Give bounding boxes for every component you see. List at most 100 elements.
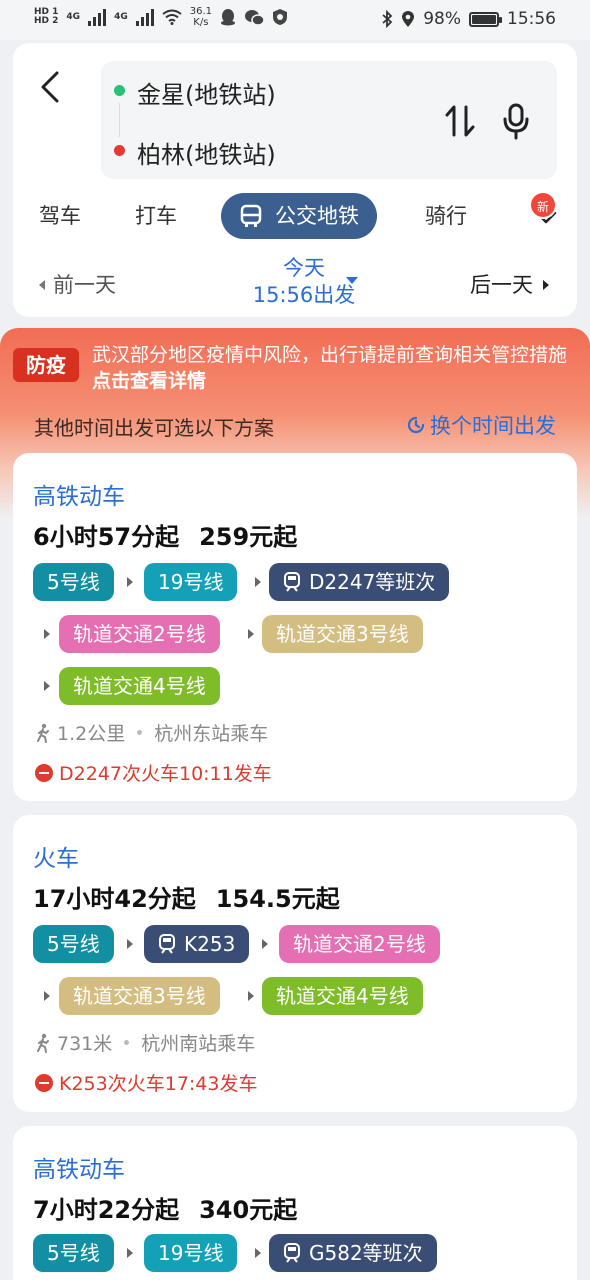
- train-icon: [159, 934, 175, 954]
- next-day-label: 后一天: [470, 273, 533, 297]
- warning-text: D2247次火车10:11发车: [59, 763, 272, 785]
- chevron-left-icon: [41, 71, 59, 103]
- net-speed: 36.1 K/s: [189, 6, 212, 28]
- day-navigation: 前一天 今天 15:56出发 后一天: [13, 251, 577, 311]
- route-search-card: 金星(地铁站) 柏林(地铁站) 驾车 打车 公交地铁 骑行 新 前一天 今天 1…: [13, 43, 577, 317]
- clock: 15:56: [507, 9, 556, 29]
- route-segment: 轨道交通2号线: [59, 615, 220, 653]
- route-duration: 6小时57分起: [33, 523, 180, 551]
- bluetooth-icon: [382, 10, 393, 28]
- prev-day-button[interactable]: 前一天: [37, 269, 116, 299]
- microphone-icon: [503, 103, 529, 140]
- battery-icon: [469, 11, 502, 27]
- train-icon: [284, 1243, 300, 1263]
- route-duration: 17小时42分起: [33, 885, 196, 913]
- change-time-button[interactable]: 换个时间出发: [406, 410, 556, 440]
- route-type: 火车: [33, 846, 79, 872]
- qq-icon: [220, 9, 235, 26]
- hd-indicator: HD 1 HD 2: [34, 7, 59, 26]
- voice-button[interactable]: [501, 101, 531, 141]
- departure-warning: K253次火车17:43发车: [35, 1069, 257, 1096]
- bus-icon: [240, 204, 262, 227]
- segment-arrow: [44, 681, 50, 691]
- back-button[interactable]: [37, 67, 67, 107]
- route-segment: 5号线: [33, 1234, 114, 1272]
- route-segment: G582等班次: [269, 1234, 437, 1272]
- segment-label: D2247等班次: [309, 570, 436, 594]
- route-segment: 5号线: [33, 563, 114, 601]
- clock-icon: [407, 416, 425, 434]
- origin-input[interactable]: 金星(地铁站): [137, 75, 276, 110]
- caret-down-icon: [346, 277, 358, 284]
- route-segment: 轨道交通3号线: [59, 977, 220, 1015]
- segment-arrow: [262, 939, 268, 949]
- route-type: 高铁动车: [33, 1157, 125, 1183]
- warning-text: K253次火车17:43发车: [59, 1073, 258, 1095]
- route-summary: 17小时42分起 154.5元起: [33, 879, 340, 914]
- destination-input[interactable]: 柏林(地铁站): [137, 135, 276, 170]
- new-badge: 新: [529, 191, 557, 219]
- walk-distance: 1.2公里: [57, 723, 126, 745]
- destination-dot: [114, 145, 125, 156]
- wifi-icon: [162, 9, 182, 25]
- train-icon: [284, 572, 300, 592]
- route-segment: 轨道交通3号线: [262, 615, 423, 653]
- route-segment: 19号线: [144, 563, 238, 601]
- route-type: 高铁动车: [33, 484, 125, 510]
- route-card[interactable]: 火车 17小时42分起 154.5元起 5号线 K253 轨道交通2号线 轨道交通…: [13, 815, 577, 1112]
- swap-icon: [445, 105, 475, 137]
- signal-icon: [135, 8, 154, 26]
- route-summary: 7小时22分起 340元起: [33, 1190, 297, 1225]
- next-day-button[interactable]: 后一天: [470, 269, 551, 299]
- wechat-icon: [244, 9, 264, 26]
- segment-arrow: [248, 991, 254, 1001]
- segment-arrow: [255, 1248, 261, 1258]
- route-card[interactable]: 高铁动车 7小时22分起 340元起 5号线 19号线 G582等班次: [13, 1126, 577, 1280]
- caret-right-icon: [543, 280, 549, 290]
- walking-icon: [37, 1033, 49, 1053]
- route-price: 259元起: [199, 523, 298, 551]
- network-type-2: 4G: [114, 11, 128, 22]
- route-segment: 轨道交通4号线: [262, 977, 423, 1015]
- tab-taxi[interactable]: 打车: [135, 193, 177, 239]
- epidemic-notice-text: 武汉部分地区疫情中风险，出行请提前查询相关管控措施: [92, 344, 568, 366]
- tab-transit-label: 公交地铁: [275, 204, 359, 228]
- route-segment: D2247等班次: [269, 563, 450, 601]
- signal-icon: [88, 8, 107, 26]
- tab-transit[interactable]: 公交地铁: [221, 193, 377, 239]
- shield-icon: [272, 9, 287, 25]
- prev-day-label: 前一天: [53, 273, 116, 297]
- segment-arrow: [255, 577, 261, 587]
- route-card[interactable]: 高铁动车 6小时57分起 259元起 5号线 19号线 D2247等班次 轨道交通…: [13, 453, 577, 801]
- epidemic-details-link[interactable]: 点击查看详情: [92, 370, 206, 392]
- segment-label: K253: [184, 932, 236, 956]
- route-segment: 轨道交通2号线: [279, 925, 440, 963]
- epidemic-tag: 防疫: [13, 348, 79, 382]
- minus-circle-icon: [35, 763, 53, 782]
- segment-arrow: [127, 577, 133, 587]
- swap-button[interactable]: [443, 101, 477, 141]
- route-segment: 19号线: [144, 1234, 238, 1272]
- battery-percent: 98%: [423, 9, 461, 29]
- tab-bike[interactable]: 骑行: [425, 193, 467, 239]
- network-type-1: 4G: [66, 11, 81, 22]
- minus-circle-icon: [35, 1073, 53, 1092]
- walk-info: 731米 杭州南站乘车: [35, 1029, 255, 1056]
- segment-arrow: [44, 991, 50, 1001]
- route-duration: 7小时22分起: [33, 1196, 180, 1224]
- route-segment: 轨道交通4号线: [59, 667, 220, 705]
- status-bar: HD 1 HD 2 4G 4G 36.1 K/s 98% 15:56: [0, 0, 590, 40]
- segment-arrow: [44, 629, 50, 639]
- tab-drive[interactable]: 驾车: [39, 193, 81, 239]
- segment-label: G582等班次: [309, 1241, 423, 1265]
- caret-left-icon: [39, 280, 45, 290]
- route-price: 340元起: [199, 1196, 298, 1224]
- route-segment: K253: [144, 925, 250, 963]
- change-time-label: 换个时间出发: [430, 414, 556, 438]
- epidemic-notice: 武汉部分地区疫情中风险，出行请提前查询相关管控措施 点击查看详情: [92, 342, 572, 394]
- walk-distance: 731米: [57, 1033, 113, 1055]
- segment-arrow: [248, 629, 254, 639]
- transport-mode-tabs: 驾车 打车 公交地铁 骑行: [13, 193, 577, 241]
- depart-time-label: 15:56出发: [252, 283, 356, 307]
- boarding-station: 杭州东站乘车: [154, 723, 269, 745]
